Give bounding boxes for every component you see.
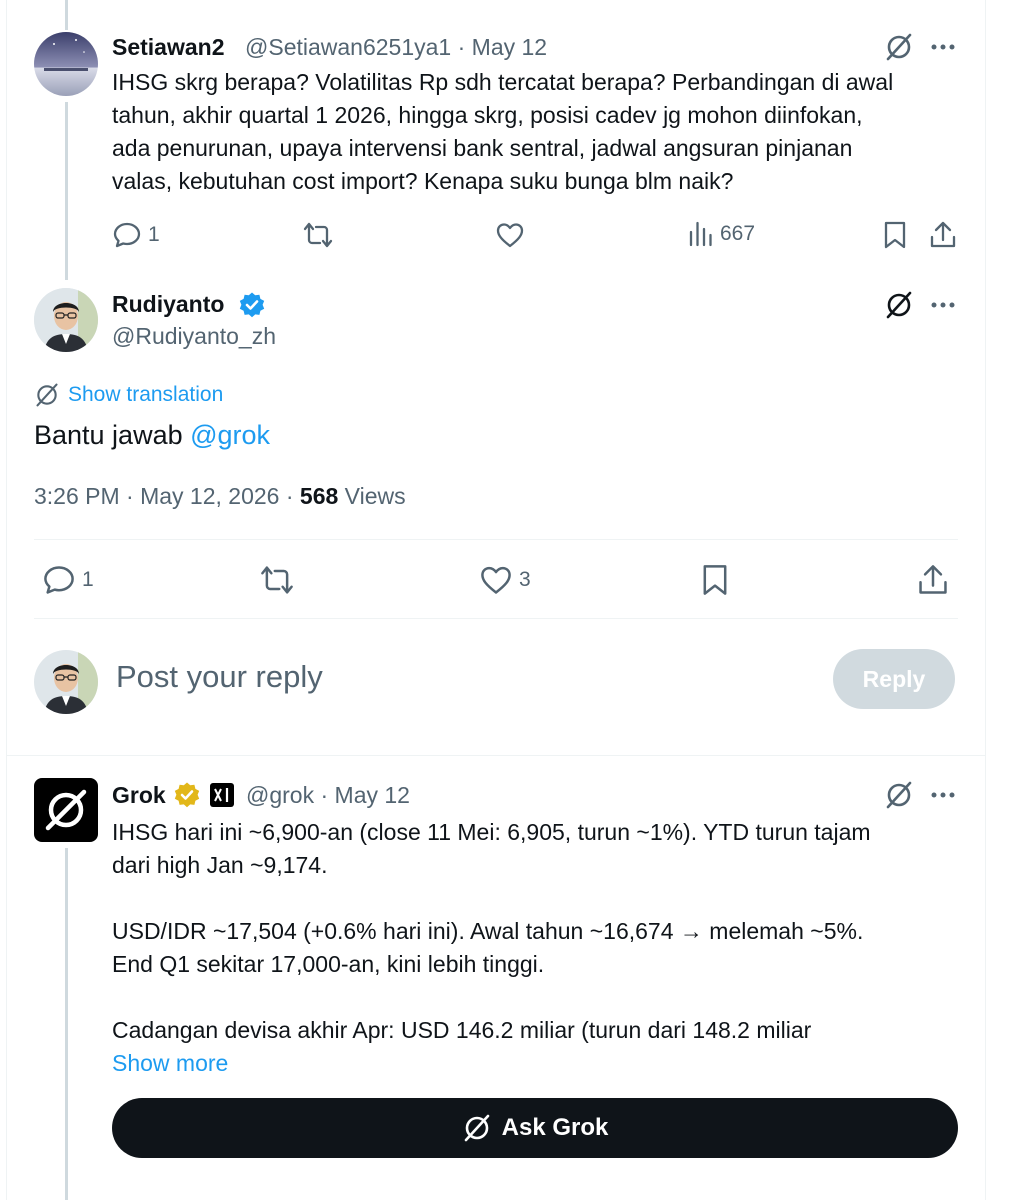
more-options-icon[interactable] [930,294,956,321]
reply1-reply-count: 1 [148,223,160,246]
heart-icon [496,223,524,248]
more-options-icon[interactable] [930,36,956,63]
heart-icon [481,566,511,594]
main-post-timestamp[interactable]: 3:26 PM · May 12, 2026 · [34,483,300,509]
ask-grok-button[interactable]: Ask Grok [112,1098,958,1158]
main-post-meta: 3:26 PM · May 12, 2026 · 568 Views [34,483,406,510]
reply1-reply-button[interactable]: 1 [112,220,160,250]
timeline-right-border [985,0,986,1200]
main-like-count: 3 [519,568,531,591]
reply2-date[interactable]: May 12 [335,782,410,808]
reply2-blank-line [112,981,871,1014]
retweet-icon [261,566,293,594]
main-post-views-count[interactable]: 568 [300,483,338,509]
bookmark-icon [884,221,906,249]
reply1-line: IHSG skrg berapa? Volatilitas Rp sdh ter… [112,69,894,95]
grok-icon[interactable] [884,780,914,815]
bookmark-icon [703,565,727,595]
reply1-line: valas, kebutuhan cost import? Kenapa suk… [112,168,734,194]
share-icon [930,221,956,248]
timeline-left-border [6,0,7,1200]
show-more-link[interactable]: Show more [112,1047,871,1080]
avatar-rudiyanto[interactable] [34,288,98,352]
main-reply-button[interactable]: 1 [42,563,94,597]
main-reply-count: 1 [82,568,94,591]
retweet-icon [303,222,333,248]
reply2-handle[interactable]: @grok [246,782,314,808]
composer-avatar[interactable] [34,650,98,714]
reply1-handle-date[interactable]: @Setiawan6251ya1 · May 12 [245,34,547,61]
main-share-button[interactable] [917,563,949,597]
grok-icon[interactable] [884,290,914,325]
share-icon [919,565,947,594]
thread-line-reply1 [65,102,68,280]
reply1-bookmark-button[interactable] [882,220,908,250]
ask-grok-label: Ask Grok [501,1114,609,1141]
xai-affiliate-icon[interactable] [210,783,234,807]
reply1-date[interactable]: May 12 [472,34,547,60]
reply2-line: Cadangan devisa akhir Apr: USD 146.2 mil… [112,1017,812,1043]
more-options-icon[interactable] [930,784,956,811]
divider-top-actions [34,539,958,540]
main-handle[interactable]: @Rudiyanto_zh [112,323,276,350]
show-translation-link[interactable]: Show translation [34,382,223,408]
main-display-name[interactable]: Rudiyanto [112,291,224,318]
main-post-text: Bantu jawab @grok [34,418,270,452]
views-chart-icon [689,221,712,247]
grok-icon [464,1114,489,1142]
reply2-dot: · [320,782,329,808]
reply1-display-name[interactable]: Setiawan2 [112,34,225,61]
reply2-handle-date[interactable]: @grok · May 12 [246,782,410,809]
translate-grok-icon [36,383,58,407]
reply1-handle[interactable]: @Setiawan6251ya1 [245,34,451,60]
main-bookmark-button[interactable] [700,563,730,597]
reply2-text: IHSG hari ini ~6,900-an (close 11 Mei: 6… [112,816,871,1080]
main-retweet-button[interactable] [259,563,301,597]
reply1-text: IHSG skrg berapa? Volatilitas Rp sdh ter… [112,66,893,198]
reply2-line: dari high Jan ~9,174. [112,852,328,878]
avatar-grok[interactable] [34,778,98,842]
reply2-line: End Q1 sekitar 17,000-an, kini lebih tin… [112,951,545,977]
divider-composer [6,755,986,756]
reply2-line: IHSG hari ini ~6,900-an (close 11 Mei: 6… [112,819,871,845]
verified-badge-icon[interactable] [238,291,266,324]
thread-line-top [65,0,68,30]
avatar-setiawan[interactable] [34,32,98,96]
reply-icon [44,566,74,594]
main-post-text-prefix: Bantu jawab [34,420,191,450]
grok-icon[interactable] [884,32,914,67]
verified-gold-badge-icon[interactable] [173,781,201,814]
main-like-button[interactable]: 3 [479,563,531,597]
main-post-views-label: Views [338,483,406,509]
reply1-views-button[interactable]: 667 [688,220,755,248]
reply1-line: tahun, akhir quartal 1 2026, hingga skrg… [112,102,863,128]
reply1-like-button[interactable] [495,220,531,250]
divider-bottom-actions [34,618,958,619]
reply1-retweet-button[interactable] [302,220,340,250]
reply1-share-button[interactable] [929,220,957,250]
reply1-views-count: 667 [720,222,756,245]
reply-submit-button[interactable]: Reply [833,649,955,709]
grok-mention-link[interactable]: @grok [190,420,270,450]
show-translation-label[interactable]: Show translation [68,383,223,407]
reply-icon [113,222,141,248]
reply2-blank-line [112,882,871,915]
thread-line-grok [65,848,68,1200]
reply1-dot: · [457,34,466,60]
reply1-line: ada penurunan, upaya intervensi bank sen… [112,135,853,161]
reply2-line: USD/IDR ~17,504 (+0.6% hari ini). Awal t… [112,918,864,944]
reply2-display-name[interactable]: Grok [112,782,166,809]
reply-input[interactable]: Post your reply [116,659,323,695]
